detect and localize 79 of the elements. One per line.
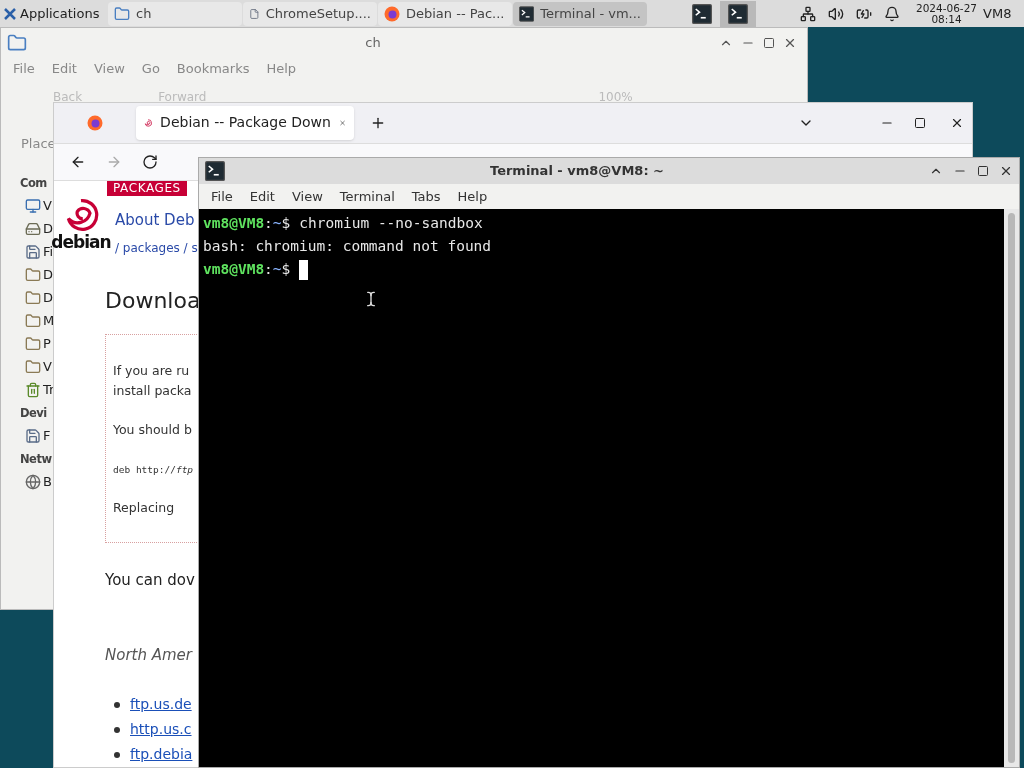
user-name[interactable]: VM8 — [983, 3, 1012, 24]
command-line: vm8@VM8:~$ chromium --no-sandbox — [203, 214, 483, 233]
menu-item[interactable]: Edit — [249, 186, 275, 207]
region-heading: North Amer — [105, 644, 192, 666]
section-heading: Netw — [20, 450, 52, 468]
volume-icon[interactable] — [828, 5, 844, 22]
folder-icon — [25, 267, 41, 283]
section-heading: Devi — [20, 404, 47, 422]
terminal-icon — [519, 5, 535, 22]
sidebar-item[interactable]: D — [25, 263, 53, 287]
folder-icon — [25, 359, 41, 375]
taskbar-button[interactable]: ch — [108, 1, 242, 26]
mirror-link[interactable]: ftp.us.de — [130, 694, 192, 715]
notification-icon[interactable] — [884, 5, 900, 22]
sidebar-item[interactable]: V — [25, 194, 52, 218]
bullet-icon — [114, 751, 120, 758]
network-icon — [25, 474, 41, 490]
drive-icon — [25, 221, 41, 237]
folder-icon — [25, 313, 41, 329]
sidebar-item[interactable]: V — [25, 355, 52, 379]
menu-item[interactable]: Terminal — [339, 186, 395, 207]
bullet-icon — [114, 701, 120, 708]
trash-icon — [25, 382, 41, 398]
workspace-button[interactable] — [720, 0, 756, 27]
window-title: ch — [364, 34, 382, 53]
network-icon[interactable] — [800, 5, 816, 22]
menu-item[interactable]: Help — [457, 186, 488, 207]
firefox-menu-icon — [87, 114, 103, 131]
section-heading: Com — [20, 174, 47, 192]
download-text: You can dov — [105, 570, 195, 591]
sidebar-item[interactable]: P — [25, 332, 51, 356]
maximize-icon[interactable] — [914, 116, 926, 129]
notice-text: If you are ru — [113, 362, 190, 380]
taskbar-button[interactable]: Terminal - vm... — [513, 1, 647, 26]
notice-text: install packa — [113, 382, 192, 400]
terminal-icon — [692, 3, 712, 24]
maximize-icon[interactable] — [977, 165, 989, 177]
folder-icon — [114, 5, 130, 22]
close-icon[interactable] — [999, 164, 1013, 178]
close-icon[interactable] — [783, 36, 797, 50]
clock[interactable]: 2024-06-27 08:14 — [916, 2, 978, 25]
menu-item[interactable]: File — [211, 186, 233, 207]
notice-text: Replacing — [113, 499, 175, 517]
logo-text[interactable]: debian — [51, 233, 111, 251]
sidebar-item[interactable]: B — [25, 470, 52, 494]
applications-menu[interactable]: Applications — [0, 0, 108, 27]
nav-link[interactable]: About Deb — [115, 210, 195, 230]
breadcrumb[interactable]: / packages / s — [115, 239, 198, 257]
taskbar-button[interactable]: Debian -- Pac... — [378, 1, 512, 26]
reload-icon[interactable] — [142, 153, 158, 170]
mirror-link[interactable]: ftp.debia — [130, 744, 193, 765]
browser-tab[interactable]: Debian -- Package Down — [136, 105, 354, 140]
terminal-icon — [728, 3, 748, 24]
xfce-icon — [4, 7, 16, 20]
taskbar-button[interactable]: ChromeSetup.... — [243, 1, 377, 26]
desktop-icon — [25, 198, 41, 214]
command-line: vm8@VM8:~$ — [203, 258, 309, 281]
folder-icon — [25, 336, 41, 352]
sidebar-item[interactable]: Tr — [25, 378, 55, 402]
output-line: bash: chromium: command not found — [203, 237, 492, 256]
folder-icon — [7, 33, 27, 53]
window-title: Terminal - vm8@VM8: ~ — [489, 162, 665, 181]
site-badge[interactable]: PACKAGES — [107, 181, 187, 196]
bullet-icon — [114, 726, 120, 733]
terminal-icon — [205, 161, 225, 181]
sidebar-item[interactable]: M — [25, 309, 55, 333]
menu-item[interactable]: Tabs — [411, 186, 441, 207]
notice-text: You should b — [113, 421, 192, 439]
sidebar-item[interactable]: D — [25, 286, 53, 310]
maximize-icon[interactable] — [763, 37, 775, 49]
browser-icon — [384, 5, 400, 22]
sidebar-item[interactable]: F — [25, 424, 51, 448]
folder-icon — [25, 290, 41, 306]
scrollbar[interactable] — [1004, 209, 1019, 767]
mirror-link[interactable]: http.us.c — [130, 719, 192, 740]
menu-item[interactable]: View — [291, 186, 323, 207]
page-heading: Downloa — [105, 287, 201, 315]
code-line: deb http://ftp — [113, 462, 194, 477]
sidebar-item[interactable]: D — [25, 217, 53, 241]
